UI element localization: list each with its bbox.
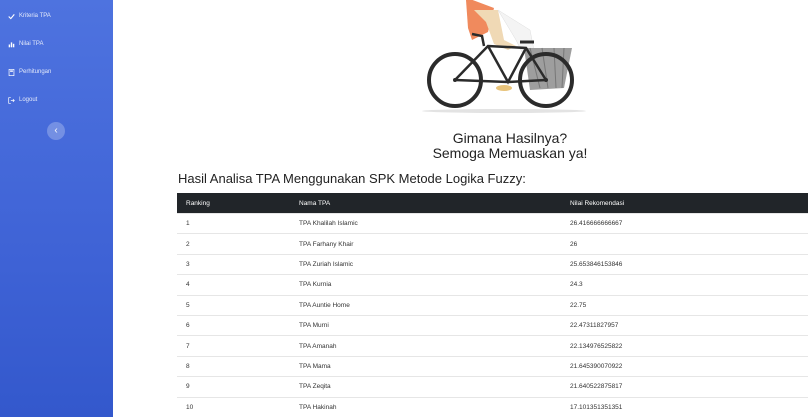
sidebar-item-nilai-tpa[interactable]: Nilai TPA bbox=[8, 37, 43, 51]
check-icon bbox=[8, 13, 15, 20]
cell-nilai-rekomendasi: 22.75 bbox=[561, 294, 808, 316]
logout-icon bbox=[8, 96, 15, 104]
cell-nilai-rekomendasi: 26.416666666667 bbox=[561, 212, 808, 234]
results-table: Ranking Nama TPA Nilai Rekomendasi 1 TPA… bbox=[177, 193, 808, 417]
cell-nilai-rekomendasi: 21.645390070922 bbox=[561, 355, 808, 377]
table-row: 6 TPA Murni 22.47311827957 bbox=[177, 314, 808, 336]
cyclist-illustration bbox=[422, 0, 586, 113]
result-subheading: Semoga Memuaskan ya! bbox=[432, 145, 588, 161]
column-header-nilai-rekomendasi: Nilai Rekomendasi bbox=[570, 199, 625, 207]
sidebar-item-label: Nilai TPA bbox=[19, 41, 44, 47]
table-row: 3 TPA Zuriah Islamic 25.653846153846 bbox=[177, 253, 808, 275]
cell-nama-tpa: TPA Amanah bbox=[290, 335, 561, 357]
cell-nama-tpa: TPA Zuriah Islamic bbox=[290, 253, 561, 275]
sidebar-toggle-button[interactable]: ‹ bbox=[47, 122, 65, 140]
table-row: 2 TPA Farhany Khair 26 bbox=[177, 233, 808, 255]
cell-nama-tpa: TPA Auntie Home bbox=[290, 294, 561, 316]
table-row: 5 TPA Auntie Home 22.75 bbox=[177, 294, 808, 316]
cell-ranking: 3 bbox=[177, 253, 290, 275]
cell-nama-tpa: TPA Zeqita bbox=[290, 376, 561, 398]
table-row: 9 TPA Zeqita 21.640522875817 bbox=[177, 376, 808, 398]
result-heading: Gimana Hasilnya? bbox=[452, 130, 568, 146]
cell-nama-tpa: TPA Kurnia bbox=[290, 274, 561, 296]
cell-ranking: 8 bbox=[177, 355, 290, 377]
table-row: 7 TPA Amanah 22.134976525822 bbox=[177, 335, 808, 357]
table-row: 4 TPA Kurnia 24.3 bbox=[177, 274, 808, 296]
sidebar-item-kriteria-tpa[interactable]: Kriteria TPA bbox=[8, 9, 51, 23]
sidebar: Kriteria TPA Nilai TPA Perhitungan Logou… bbox=[0, 0, 113, 417]
sidebar-item-perhitungan[interactable]: Perhitungan bbox=[8, 65, 51, 79]
cell-nama-tpa: TPA Hakinah bbox=[290, 396, 561, 417]
cell-nama-tpa: TPA Khalilah Islamic bbox=[290, 212, 561, 234]
table-row: 1 TPA Khalilah Islamic 26.416666666667 bbox=[177, 212, 808, 234]
cell-ranking: 2 bbox=[177, 233, 290, 255]
sidebar-item-label: Logout bbox=[19, 97, 38, 103]
cell-nilai-rekomendasi: 22.47311827957 bbox=[561, 314, 808, 336]
cell-nilai-rekomendasi: 24.3 bbox=[561, 274, 808, 296]
cell-nama-tpa: TPA Mama bbox=[290, 355, 561, 377]
table-row: 10 TPA Hakinah 17.101351351351 bbox=[177, 396, 808, 417]
table-header-row: Ranking Nama TPA Nilai Rekomendasi bbox=[177, 193, 808, 214]
table-row: 8 TPA Mama 21.645390070922 bbox=[177, 355, 808, 377]
cell-ranking: 4 bbox=[177, 274, 290, 296]
sidebar-item-label: Kriteria TPA bbox=[19, 13, 51, 19]
column-header-nama-tpa: Nama TPA bbox=[299, 199, 331, 207]
cell-nilai-rekomendasi: 26 bbox=[561, 233, 808, 255]
cell-nilai-rekomendasi: 22.134976525822 bbox=[561, 335, 808, 357]
chart-icon bbox=[8, 41, 15, 48]
cell-nama-tpa: TPA Murni bbox=[290, 314, 561, 336]
calculator-icon bbox=[8, 68, 15, 76]
cell-nama-tpa: TPA Farhany Khair bbox=[290, 233, 561, 255]
cell-ranking: 5 bbox=[177, 294, 290, 316]
sidebar-item-label: Perhitungan bbox=[19, 69, 52, 75]
chevron-left-icon: ‹ bbox=[54, 125, 58, 136]
sidebar-item-logout[interactable]: Logout bbox=[8, 93, 37, 107]
cell-ranking: 6 bbox=[177, 314, 290, 336]
cell-nilai-rekomendasi: 21.640522875817 bbox=[561, 376, 808, 398]
cell-ranking: 9 bbox=[177, 376, 290, 398]
cell-ranking: 10 bbox=[177, 396, 290, 417]
cell-nilai-rekomendasi: 25.653846153846 bbox=[561, 253, 808, 275]
cell-nilai-rekomendasi: 17.101351351351 bbox=[561, 396, 808, 417]
cell-ranking: 1 bbox=[177, 212, 290, 234]
cell-ranking: 7 bbox=[177, 335, 290, 357]
section-title: Hasil Analisa TPA Menggunakan SPK Metode… bbox=[178, 171, 526, 186]
column-header-ranking: Ranking bbox=[186, 199, 210, 207]
